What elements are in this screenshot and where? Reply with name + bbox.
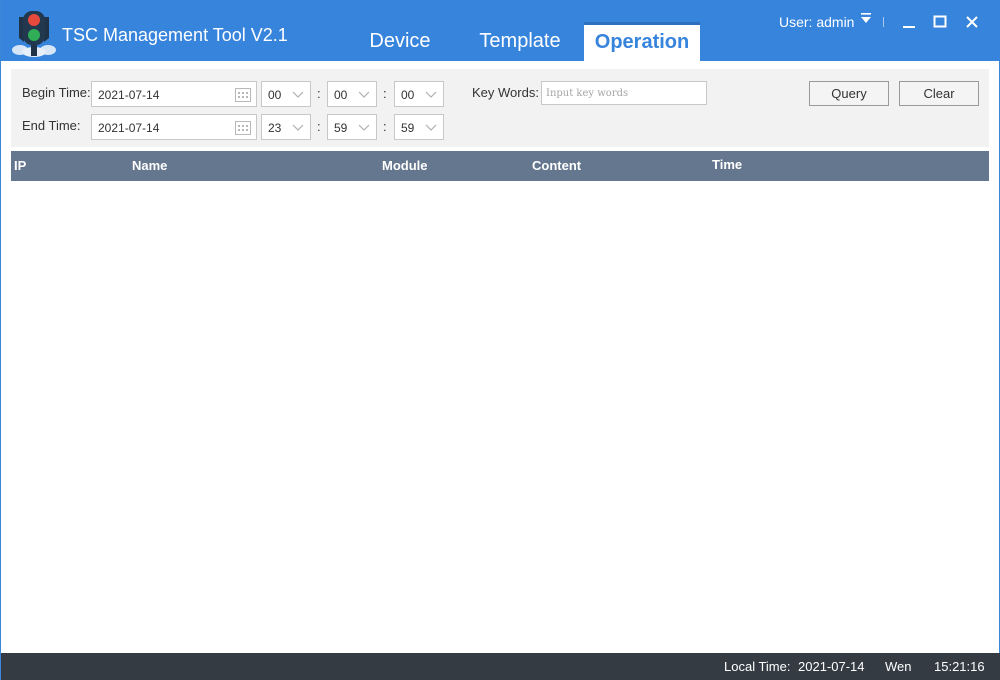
status-weekday: Wen	[885, 659, 912, 674]
begin-minute-select[interactable]: 00	[327, 81, 377, 107]
end-second-select[interactable]: 59	[394, 114, 444, 140]
calendar-icon[interactable]	[235, 88, 251, 102]
chevron-down-icon	[358, 124, 370, 131]
end-time-label: End Time:	[22, 118, 81, 133]
begin-second-value: 00	[401, 88, 415, 102]
end-date-value: 2021-07-14	[98, 121, 160, 135]
keywords-input[interactable]	[541, 81, 707, 105]
filter-panel: Begin Time: End Time: 2021-07-14 00 : 00…	[11, 69, 989, 147]
begin-hour-select[interactable]: 00	[261, 81, 311, 107]
minimize-icon[interactable]	[899, 12, 919, 32]
begin-date-value: 2021-07-14	[98, 88, 160, 102]
column-header-name[interactable]: Name	[132, 158, 167, 173]
begin-hour-value: 00	[268, 88, 282, 102]
user-label: User: admin	[779, 14, 855, 30]
table-body	[11, 181, 989, 652]
app-title: TSC Management Tool V2.1	[62, 25, 288, 45]
end-hour-value: 23	[268, 121, 282, 135]
local-time-label: Local Time:	[724, 659, 791, 674]
end-hour-select[interactable]: 23	[261, 114, 311, 140]
end-date-picker[interactable]: 2021-07-14	[91, 114, 257, 140]
maximize-icon[interactable]	[930, 12, 950, 32]
chevron-down-icon	[292, 91, 304, 98]
clear-button[interactable]: Clear	[899, 81, 979, 106]
end-minute-select[interactable]: 59	[327, 114, 377, 140]
end-second-value: 59	[401, 121, 415, 135]
user-menu-dropdown-icon[interactable]	[859, 12, 873, 26]
table-header: IP Name Module Content Time	[11, 151, 989, 181]
begin-time-label: Begin Time:	[22, 85, 91, 100]
tab-template[interactable]: Template	[467, 22, 573, 61]
title-bar: TSC Management Tool V2.1 Device Template…	[1, 0, 1000, 61]
time-colon: :	[383, 86, 387, 101]
column-header-time[interactable]: Time	[712, 157, 742, 172]
tab-operation[interactable]: Operation	[584, 22, 700, 61]
begin-date-picker[interactable]: 2021-07-14	[91, 81, 257, 107]
time-colon: :	[317, 86, 321, 101]
title-separator	[883, 17, 884, 27]
keywords-label: Key Words:	[472, 85, 539, 100]
begin-minute-value: 00	[334, 88, 348, 102]
calendar-icon[interactable]	[235, 121, 251, 135]
close-icon[interactable]	[962, 12, 982, 32]
status-date: 2021-07-14	[798, 659, 865, 674]
traffic-light-logo-icon	[12, 11, 56, 57]
column-header-module[interactable]: Module	[382, 158, 428, 173]
time-colon: :	[383, 119, 387, 134]
time-colon: :	[317, 119, 321, 134]
app-window: TSC Management Tool V2.1 Device Template…	[0, 0, 1000, 680]
status-time: 15:21:16	[934, 659, 985, 674]
column-header-content[interactable]: Content	[532, 158, 581, 173]
begin-second-select[interactable]: 00	[394, 81, 444, 107]
chevron-down-icon	[358, 91, 370, 98]
end-minute-value: 59	[334, 121, 348, 135]
chevron-down-icon	[425, 124, 437, 131]
chevron-down-icon	[292, 124, 304, 131]
status-bar: Local Time: 2021-07-14 Wen 15:21:16	[1, 653, 1000, 680]
column-header-ip[interactable]: IP	[14, 158, 26, 173]
tab-device[interactable]: Device	[357, 22, 443, 61]
query-button[interactable]: Query	[809, 81, 889, 106]
chevron-down-icon	[425, 91, 437, 98]
